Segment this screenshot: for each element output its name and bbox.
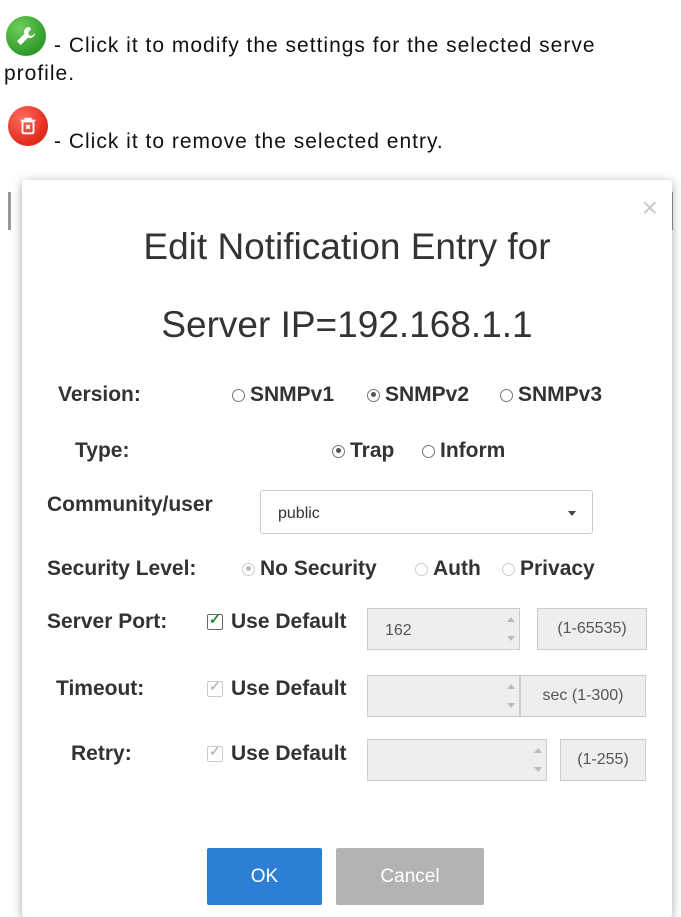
radio-snmpv2[interactable]: SNMPv2 <box>367 383 469 407</box>
trash-icon[interactable] <box>8 106 48 146</box>
radio-inform[interactable]: Inform <box>422 439 505 463</box>
retry-input[interactable] <box>367 739 547 781</box>
community-value: public <box>278 505 320 522</box>
retry-range: (1-255) <box>560 739 646 781</box>
retry-use-default[interactable]: Use Default <box>207 742 347 766</box>
timeout-label: Timeout: <box>56 677 145 700</box>
ok-button[interactable]: OK <box>207 848 322 905</box>
community-select[interactable]: public <box>260 490 593 534</box>
server-port-label: Server Port: <box>47 610 168 633</box>
timeout-range: sec (1-300) <box>520 675 646 717</box>
radio-privacy[interactable]: Privacy <box>502 557 595 581</box>
type-label: Type: <box>75 439 130 462</box>
background-edge-left <box>8 192 11 230</box>
server-port-use-default[interactable]: Use Default <box>207 610 347 634</box>
close-icon[interactable]: × <box>642 194 658 222</box>
community-label: Community/user <box>47 493 213 516</box>
chevron-down-icon <box>568 511 576 516</box>
dialog-title-line-1: Edit Notification Entry for <box>143 226 551 267</box>
radio-trap[interactable]: Trap <box>332 439 394 463</box>
edit-notification-dialog: × Edit Notification Entry for Server IP=… <box>22 180 672 917</box>
radio-snmpv1[interactable]: SNMPv1 <box>232 383 334 407</box>
server-port-range: (1-65535) <box>537 608 647 650</box>
radio-snmpv3[interactable]: SNMPv3 <box>500 383 602 407</box>
timeout-use-default[interactable]: Use Default <box>207 677 347 701</box>
server-port-input[interactable]: 162 <box>367 608 520 650</box>
dialog-title-line-2: Server IP=192.168.1.1 <box>161 304 533 345</box>
wrench-icon[interactable] <box>6 16 46 56</box>
radio-auth[interactable]: Auth <box>415 557 481 581</box>
version-label: Version: <box>58 383 141 406</box>
edit-description: - Click it to modify the settings for th… <box>54 34 596 57</box>
remove-description: - Click it to remove the selected entry. <box>54 130 444 153</box>
retry-label: Retry: <box>71 742 132 765</box>
cancel-button[interactable]: Cancel <box>336 848 484 905</box>
security-level-label: Security Level: <box>47 557 197 580</box>
radio-no-security[interactable]: No Security <box>242 557 377 581</box>
timeout-input[interactable] <box>367 675 520 717</box>
edit-description-continued: profile. <box>4 62 76 85</box>
